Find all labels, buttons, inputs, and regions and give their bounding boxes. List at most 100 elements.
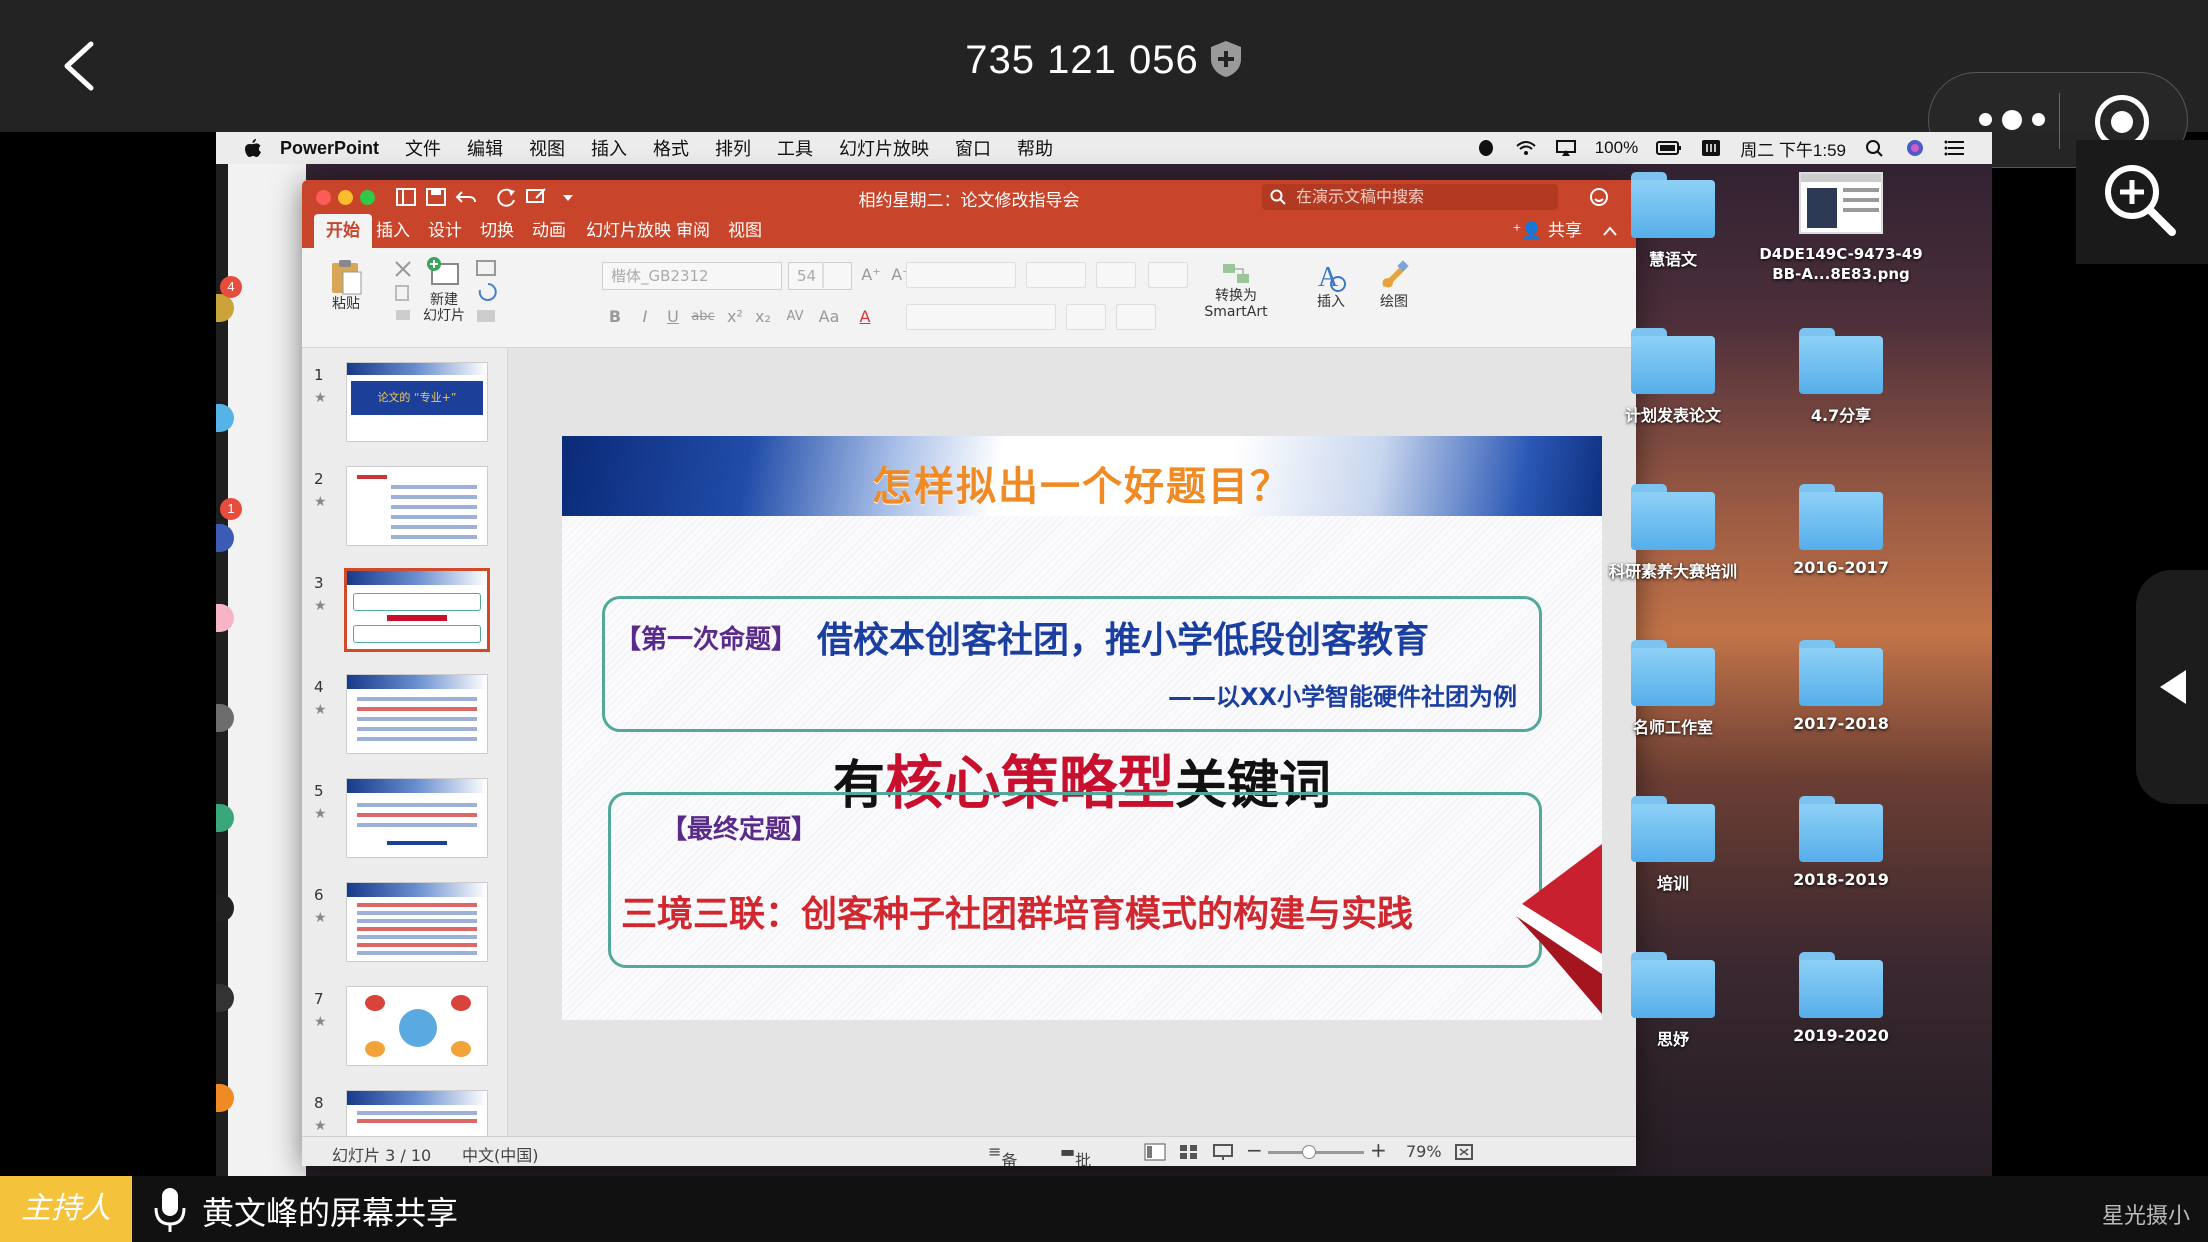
new-slide-button[interactable]: 新建 幻灯片 [412, 256, 476, 324]
paste-button[interactable]: 粘贴 [316, 258, 376, 312]
grow-font-button[interactable]: A⁺ [858, 262, 884, 288]
slide-editing-canvas[interactable]: 怎样拟出一个好题目？ 【第一次命题】 借校本创客社团，推小学低段创客教育 ——以… [508, 348, 1636, 1136]
desktop-folder-4-7-share[interactable]: 4.7分享 [1756, 328, 1926, 426]
line-spacing-button[interactable] [1096, 262, 1136, 288]
convert-smartart-button[interactable]: 转换为 SmartArt [1198, 260, 1274, 320]
menu-file[interactable]: 文件 [405, 135, 441, 161]
char-spacing-button[interactable]: AV [782, 304, 808, 330]
text-direction-button[interactable] [1066, 304, 1106, 330]
apple-icon[interactable] [244, 138, 262, 158]
desktop-folder-2019-2020[interactable]: 2019-2020 [1756, 952, 1926, 1045]
font-size-select[interactable]: 54 [788, 262, 852, 290]
superscript-button[interactable]: x² [722, 304, 748, 330]
siri-icon[interactable] [1904, 139, 1926, 157]
tab-review[interactable]: 审阅 [664, 214, 722, 248]
desktop-folder-plan-papers[interactable]: 计划发表论文 [1588, 328, 1758, 426]
desktop-file-png[interactable]: D4DE149C-9473-49BB-A...8E83.png [1756, 172, 1926, 284]
align-text-button[interactable] [1116, 304, 1156, 330]
italic-button[interactable]: I [632, 304, 658, 330]
meeting-bottom-bar: 主持人 黄文峰的屏幕共享 星光摄小 [0, 1176, 2208, 1242]
wifi-icon[interactable] [1515, 139, 1537, 157]
menubar-app-name[interactable]: PowerPoint [280, 138, 379, 159]
tab-insert[interactable]: 插入 [364, 214, 422, 248]
more-icon[interactable] [1979, 110, 2045, 130]
zoom-in-button[interactable]: + [1370, 1138, 1387, 1162]
strikethrough-button[interactable]: abc [690, 304, 716, 330]
list-buttons[interactable] [906, 262, 1016, 288]
alignment-buttons[interactable] [906, 304, 1056, 330]
final-topic-box[interactable]: 【最终定题】 三境三联：创客种子社团群培育模式的构建与实践 [608, 792, 1542, 968]
tab-view[interactable]: 视图 [716, 214, 774, 248]
menu-help[interactable]: 帮助 [1017, 135, 1053, 161]
slideshow-view-icon[interactable] [1212, 1143, 1234, 1161]
zoom-slider[interactable] [1268, 1145, 1364, 1159]
indent-buttons[interactable] [1026, 262, 1086, 288]
normal-view-icon[interactable] [1144, 1143, 1166, 1161]
layout-reset-section-icons[interactable] [474, 258, 502, 328]
desktop-folder-master-studio[interactable]: 名师工作室 [1588, 640, 1758, 738]
thumbnail-slide-6[interactable]: 6 ★ [302, 878, 507, 982]
tab-transitions[interactable]: 切换 [468, 214, 526, 248]
smartart-label-1: 转换为 [1215, 288, 1257, 304]
menu-edit[interactable]: 编辑 [467, 135, 503, 161]
thumbnail-slide-1[interactable]: 1 ★ 论文的 “专业+” [302, 358, 507, 462]
notification-center-icon[interactable] [1944, 139, 1966, 157]
font-family-select[interactable]: 楷体_GB2312 [602, 262, 782, 290]
menu-format[interactable]: 格式 [653, 135, 689, 161]
language-indicator[interactable]: 中文(中国) [462, 1142, 539, 1166]
desktop-folder-2016-2017[interactable]: 2016-2017 [1756, 484, 1926, 577]
desktop-folder-training[interactable]: 培训 [1588, 796, 1758, 894]
thumbnail-slide-8[interactable]: 8 ★ [302, 1086, 507, 1136]
desktop-folder-2018-2019[interactable]: 2018-2019 [1756, 796, 1926, 889]
change-case-button[interactable]: Aa [816, 304, 842, 330]
airplay-icon[interactable] [1555, 139, 1577, 157]
underline-button[interactable]: U [660, 304, 686, 330]
draw-button[interactable]: 绘图 [1366, 258, 1422, 310]
comments-button[interactable]: ▬ 批注 [1060, 1142, 1091, 1166]
font-color-button[interactable]: A [852, 304, 878, 330]
menubar-clock[interactable]: 周二 下午1:59 [1740, 136, 1846, 161]
notes-button[interactable]: ≡ 备注 [988, 1142, 1017, 1166]
battery-icon[interactable] [1656, 139, 1682, 157]
smartart-icon [1223, 264, 1249, 283]
cut-copy-format-icons[interactable] [392, 258, 414, 328]
columns-button[interactable] [1148, 262, 1188, 288]
thumbnail-slide-3[interactable]: 3 ★ [302, 566, 507, 670]
slide-thumbnails-pane[interactable]: 1 ★ 论文的 “专业+” 2 ★ 3 ★ 4 ★ 5 ★ 6 ★ 7 ★ 8 … [302, 348, 508, 1136]
bold-button[interactable]: B [602, 304, 628, 330]
insert-shape-button[interactable]: A 插入 [1306, 258, 1356, 310]
thumbnail-slide-5[interactable]: 5 ★ [302, 774, 507, 878]
input-method-icon[interactable] [1700, 139, 1722, 157]
thumbnail-slide-4[interactable]: 4 ★ [302, 670, 507, 774]
collapse-panel-button[interactable] [2136, 570, 2208, 804]
desktop-folder-huiyuwen[interactable]: 慧语文 [1588, 172, 1758, 270]
fit-to-window-icon[interactable] [1454, 1143, 1474, 1161]
share-button[interactable]: ⁺👤 共享 [1512, 214, 1582, 248]
menu-insert[interactable]: 插入 [591, 135, 627, 161]
zoom-out-button[interactable]: − [1246, 1138, 1263, 1162]
zoom-button[interactable] [2076, 140, 2208, 264]
menu-view[interactable]: 视图 [529, 135, 565, 161]
menu-arrange[interactable]: 排列 [715, 135, 751, 161]
desktop-folder-research-training[interactable]: 科研素养大赛培训 [1588, 484, 1758, 582]
slide-title[interactable]: 怎样拟出一个好题目？ [562, 454, 1602, 512]
spotlight-icon[interactable] [1864, 139, 1886, 157]
qq-icon[interactable] [1475, 139, 1497, 157]
menu-window[interactable]: 窗口 [955, 135, 991, 161]
zoom-slider-thumb[interactable] [1302, 1145, 1316, 1159]
current-slide[interactable]: 怎样拟出一个好题目？ 【第一次命题】 借校本创客社团，推小学低段创客教育 ——以… [562, 436, 1602, 1020]
desktop-folder-2017-2018[interactable]: 2017-2018 [1756, 640, 1926, 733]
subscript-button[interactable]: x₂ [750, 304, 776, 330]
thumbnail-slide-2[interactable]: 2 ★ [302, 462, 507, 566]
tab-design[interactable]: 设计 [416, 214, 474, 248]
menu-slideshow[interactable]: 幻灯片放映 [839, 135, 929, 161]
ppt-search-input[interactable]: 在演示文稿中搜索 [1262, 184, 1558, 210]
thumbnail-number: 1 [314, 366, 324, 384]
menu-tools[interactable]: 工具 [777, 135, 813, 161]
zoom-level[interactable]: 79% [1406, 1142, 1442, 1161]
first-topic-box[interactable]: 【第一次命题】 借校本创客社团，推小学低段创客教育 ——以XX小学智能硬件社团为… [602, 596, 1542, 732]
tab-animations[interactable]: 动画 [520, 214, 578, 248]
thumbnail-slide-7[interactable]: 7 ★ [302, 982, 507, 1086]
desktop-folder-siyu[interactable]: 思妤 [1588, 952, 1758, 1050]
slide-sorter-icon[interactable] [1178, 1143, 1200, 1161]
